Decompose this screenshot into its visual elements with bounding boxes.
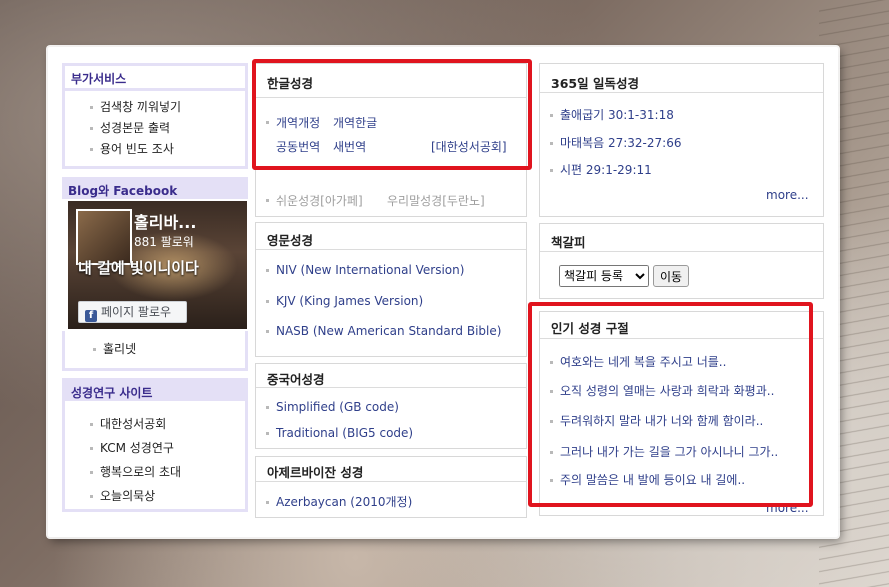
sidebar-item-kcm[interactable]: KCM 성경연구: [90, 439, 174, 456]
bullet-icon: [90, 447, 93, 450]
sidebar-item-term-frequency[interactable]: 용어 빈도 조사: [90, 140, 174, 157]
blog-facebook-box: Blog와 Facebook 홀리바... 881 팔로워 내 길에 빛이니이다…: [62, 177, 248, 371]
bullet-icon: [550, 142, 553, 145]
bullet-icon: [90, 106, 93, 109]
research-sites-box: 성경연구 사이트 대한성서공회 KCM 성경연구 행복으로의 초대 오늘의묵상: [62, 378, 248, 512]
sidebar-item-bible-society[interactable]: 대한성서공회: [90, 415, 166, 432]
research-sites-title: 성경연구 사이트: [71, 386, 153, 400]
link-easy-bible[interactable]: 쉬운성경[아가페]: [276, 192, 363, 209]
facebook-cover-verse: 내 길에 빛이니이다: [78, 259, 199, 277]
bullet-icon: [266, 406, 269, 409]
bullet-icon: [266, 199, 269, 202]
link-niv[interactable]: NIV (New International Version): [266, 263, 464, 277]
daily-reading-more-link[interactable]: more...: [766, 188, 809, 202]
extra-services-title: 부가서비스: [71, 72, 127, 86]
facebook-page-name[interactable]: 홀리바...: [134, 209, 196, 233]
bullet-icon: [266, 269, 269, 272]
bookmark-go-button[interactable]: 이동: [653, 265, 690, 287]
english-bible-box: 영문성경 NIV (New International Version) KJV…: [255, 222, 527, 357]
bullet-icon: [266, 432, 269, 435]
sidebar-item-holynet[interactable]: 홀리넷: [93, 340, 136, 357]
link-azerbaijani[interactable]: Azerbaycan (2010개정): [266, 493, 412, 510]
facebook-widget[interactable]: 홀리바... 881 팔로워 내 길에 빛이니이다 f 페이지 팔로우: [68, 201, 247, 329]
link-woorimal-bible[interactable]: 우리말성경[두란노]: [387, 192, 485, 209]
facebook-icon: f: [85, 310, 97, 322]
bullet-icon: [90, 127, 93, 130]
chinese-bible-title: 중국어성경: [267, 372, 325, 387]
page-avatar: [76, 209, 132, 265]
bullet-icon: [550, 169, 553, 172]
bullet-icon: [90, 423, 93, 426]
bullet-icon: [90, 148, 93, 151]
link-kjv[interactable]: KJV (King James Version): [266, 294, 423, 308]
link-traditional-chinese[interactable]: Traditional (BIG5 code): [266, 426, 413, 440]
bullet-icon: [266, 330, 269, 333]
bullet-icon: [550, 114, 553, 117]
sidebar-item-daily-meditation[interactable]: 오늘의묵상: [90, 487, 155, 504]
chinese-bible-box: 중국어성경 Simplified (GB code) Traditional (…: [255, 363, 527, 449]
highlight-box-popular-verses: [528, 302, 813, 507]
bookmark-select[interactable]: 책갈피 등록: [559, 265, 649, 287]
extra-services-box: 부가서비스 검색창 끼워넣기 성경본문 출력 용어 빈도 조사: [62, 63, 248, 169]
bookmark-title: 책갈피: [551, 235, 586, 250]
blog-facebook-title: Blog와 Facebook: [68, 184, 178, 198]
azerbaijani-bible-box: 아제르바이잔 성경 Azerbaycan (2010개정): [255, 456, 527, 518]
bullet-icon: [90, 471, 93, 474]
daily-reading-box: 365일 일독성경 출애굽기 30:1-31:18 마태복음 27:32-27:…: [539, 63, 824, 217]
bullet-icon: [266, 300, 269, 303]
link-reading-exodus[interactable]: 출애굽기 30:1-31:18: [550, 106, 674, 123]
link-nasb[interactable]: NASB (New American Standard Bible): [266, 324, 501, 338]
daily-reading-title: 365일 일독성경: [551, 76, 639, 91]
bullet-icon: [90, 495, 93, 498]
facebook-followers: 881 팔로워: [134, 235, 194, 249]
highlight-box-korean-bible: [252, 59, 532, 170]
main-panel: 부가서비스 검색창 끼워넣기 성경본문 출력 용어 빈도 조사 Blog와 Fa…: [48, 47, 838, 537]
sidebar-item-happiness-invite[interactable]: 행복으로의 초대: [90, 463, 181, 480]
english-bible-title: 영문성경: [267, 233, 314, 248]
link-reading-matthew[interactable]: 마태복음 27:32-27:66: [550, 134, 681, 151]
sidebar-item-print[interactable]: 성경본문 출력: [90, 119, 170, 136]
bullet-icon: [93, 348, 96, 351]
link-simplified-chinese[interactable]: Simplified (GB code): [266, 400, 399, 414]
azerbaijani-bible-title: 아제르바이잔 성경: [267, 465, 364, 480]
facebook-follow-button[interactable]: f 페이지 팔로우: [78, 301, 187, 323]
bookmark-box: 책갈피 책갈피 등록 이동: [539, 223, 824, 299]
link-reading-psalms[interactable]: 시편 29:1-29:11: [550, 161, 652, 178]
sidebar-item-search-embed[interactable]: 검색창 끼워넣기: [90, 98, 181, 115]
bullet-icon: [266, 501, 269, 504]
